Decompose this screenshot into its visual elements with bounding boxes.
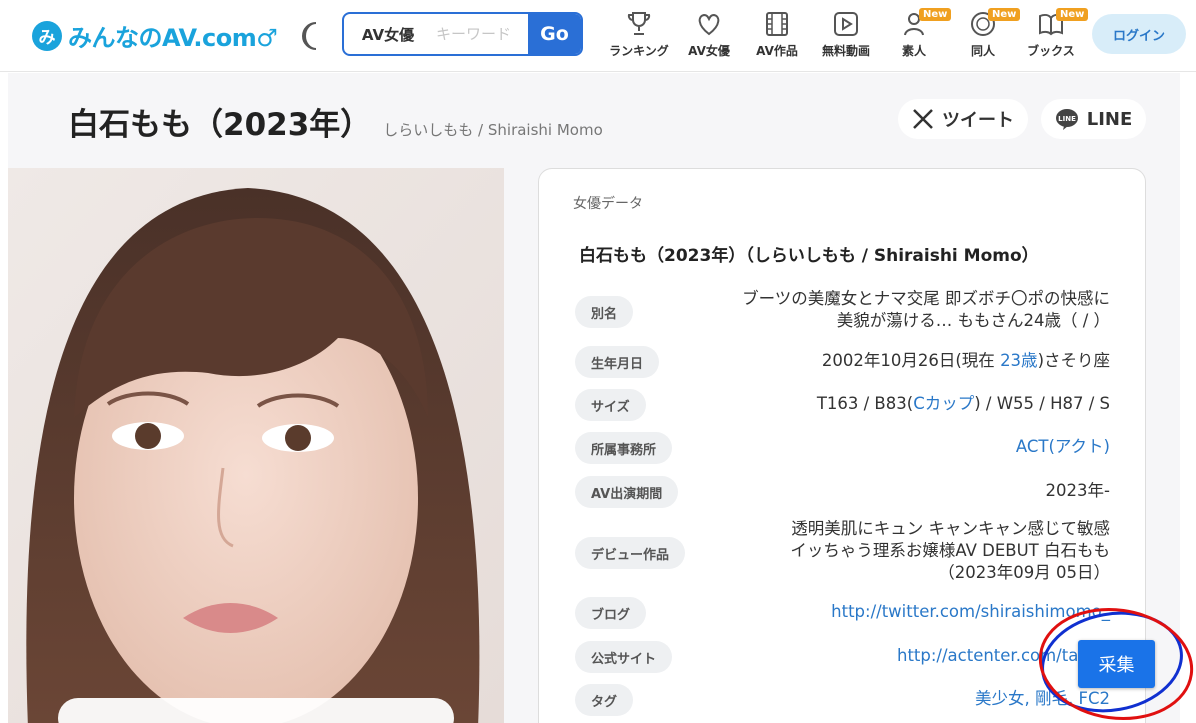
cup-link[interactable]: Cカップ	[913, 394, 974, 413]
nav-free-videos-label: 無料動画	[821, 44, 870, 58]
birthday-text: 2002年10月26日(現在	[821, 351, 1001, 370]
film-icon	[766, 12, 788, 36]
row-value-active-period: 2023年-	[1045, 481, 1110, 500]
nav-doujin-label: 同人	[970, 44, 995, 58]
new-badge: New	[1056, 8, 1089, 21]
site-header: み みんなのAV.com♂ AV女優 Go ランキング AV女優 AV作品 無料…	[0, 0, 1196, 72]
agency-link[interactable]: ACT(アクト)	[1016, 437, 1110, 456]
search-bar: AV女優 Go	[342, 12, 583, 56]
page-subtitle: しらいしもも / Shiraishi Momo	[383, 121, 603, 139]
size-text: T163 / B83(	[816, 394, 914, 413]
nav-av-actress[interactable]: AV女優	[674, 10, 744, 59]
login-button[interactable]: ログイン	[1092, 14, 1186, 54]
actress-photo[interactable]	[8, 168, 504, 723]
zodiac-text: )さそり座	[1037, 351, 1110, 370]
size-text-rest: ) / W55 / H87 / S	[974, 394, 1110, 413]
row-label-official-site: 公式サイト	[575, 641, 673, 673]
line-label: LINE	[1086, 108, 1133, 130]
line-share-button[interactable]: LINE LINE	[1041, 99, 1146, 139]
row-value-blog: http://twitter.com/shiraishimomo_	[831, 601, 1110, 623]
row-label-size: サイズ	[575, 389, 646, 421]
dark-mode-moon-icon[interactable]	[296, 20, 324, 52]
nav-ranking-label: ランキング	[609, 44, 669, 58]
actress-data-card: 女優データ 白石もも（2023年）（しらいしもも / Shiraishi Mom…	[538, 168, 1146, 723]
x-logo-icon	[913, 109, 933, 129]
collect-button[interactable]: 采集	[1078, 640, 1155, 688]
search-type-select[interactable]: AV女優	[344, 14, 432, 54]
tags-link[interactable]: 美少女, 剛毛, FC2	[975, 689, 1110, 708]
title-row: 白石もも（2023年） しらいしもも / Shiraishi Momo	[68, 99, 603, 144]
row-value-debut[interactable]: 透明美肌にキュン キャンキャン感じて敏感 イッちゃう理系お嬢様AV DEBUT …	[790, 518, 1110, 584]
trophy-icon	[627, 12, 651, 35]
new-badge: New	[919, 8, 952, 21]
nav-books-label: ブックス	[1027, 44, 1075, 58]
heart-icon	[698, 13, 720, 36]
row-label-alias: 別名	[575, 296, 634, 328]
nav-av-works-label: AV作品	[756, 44, 798, 58]
site-logo[interactable]: み みんなのAV.com♂	[32, 18, 278, 53]
logo-text: みんなのAV.com♂	[68, 24, 278, 52]
debut-line: 透明美肌にキュン キャンキャン感じて敏感	[791, 519, 1110, 538]
debut-line: イッちゃう理系お嬢様AV DEBUT 白石もも	[790, 541, 1110, 560]
row-label-agency: 所属事務所	[575, 432, 673, 464]
nav-amateur-label: 素人	[901, 44, 926, 58]
blog-link[interactable]: http://twitter.com/shiraishimomo_	[831, 602, 1110, 621]
row-label-active-period: AV出演期間	[575, 476, 679, 508]
tweet-label: ツイート	[942, 110, 1014, 131]
nav-av-works[interactable]: AV作品	[742, 10, 812, 59]
row-label-blog: ブログ	[575, 597, 647, 629]
nav-ranking[interactable]: ランキング	[604, 10, 674, 59]
logo-badge: み	[32, 20, 62, 51]
age-link[interactable]: 23歳	[1000, 351, 1038, 370]
svg-text:LINE: LINE	[1058, 115, 1076, 123]
nav-books[interactable]: New ブックス	[1016, 8, 1089, 59]
row-label-tags: タグ	[575, 684, 634, 716]
row-label-debut: デビュー作品	[575, 537, 686, 569]
main-content: 白石もも（2023年） しらいしもも / Shiraishi Momo ツイート…	[8, 73, 1180, 723]
tweet-button[interactable]: ツイート	[898, 99, 1028, 139]
line-logo-icon: LINE	[1055, 109, 1078, 130]
debut-line: （2023年09月 05日）	[938, 563, 1110, 582]
row-value-tags: 美少女, 剛毛, FC2	[975, 688, 1110, 710]
row-label-birthday: 生年月日	[575, 346, 660, 378]
row-value-size: T163 / B83(Cカップ) / W55 / H87 / S	[817, 393, 1110, 415]
play-icon	[834, 12, 858, 36]
search-go-button[interactable]: Go	[528, 14, 581, 54]
row-value-agency: ACT(アクト)	[1016, 436, 1110, 458]
nav-free-videos[interactable]: 無料動画	[811, 10, 881, 59]
nav-av-actress-label: AV女優	[688, 44, 730, 58]
search-input[interactable]	[432, 14, 528, 54]
row-value-birthday: 2002年10月26日(現在 23歳)さそり座	[822, 350, 1110, 372]
nav-doujin[interactable]: New 同人	[948, 8, 1021, 59]
alias-line: ブーツの美魔女とナマ交尾 即ズボチ〇ポの快感に	[742, 289, 1110, 308]
portrait-image	[8, 168, 504, 723]
alias-line: 美貌が蕩ける… ももさん24歳（ / ）	[836, 311, 1110, 330]
nav-amateur[interactable]: New 素人	[879, 8, 952, 59]
page-scrollbar[interactable]	[1180, 73, 1196, 723]
page-title: 白石もも（2023年）	[68, 107, 372, 143]
actress-full-name: 白石もも（2023年）（しらいしもも / Shiraishi Momo）	[579, 246, 1039, 266]
row-value-alias: ブーツの美魔女とナマ交尾 即ズボチ〇ポの快感に 美貌が蕩ける… ももさん24歳（…	[742, 288, 1110, 332]
photo-caption-bar	[58, 698, 454, 723]
card-heading: 女優データ	[573, 196, 643, 212]
